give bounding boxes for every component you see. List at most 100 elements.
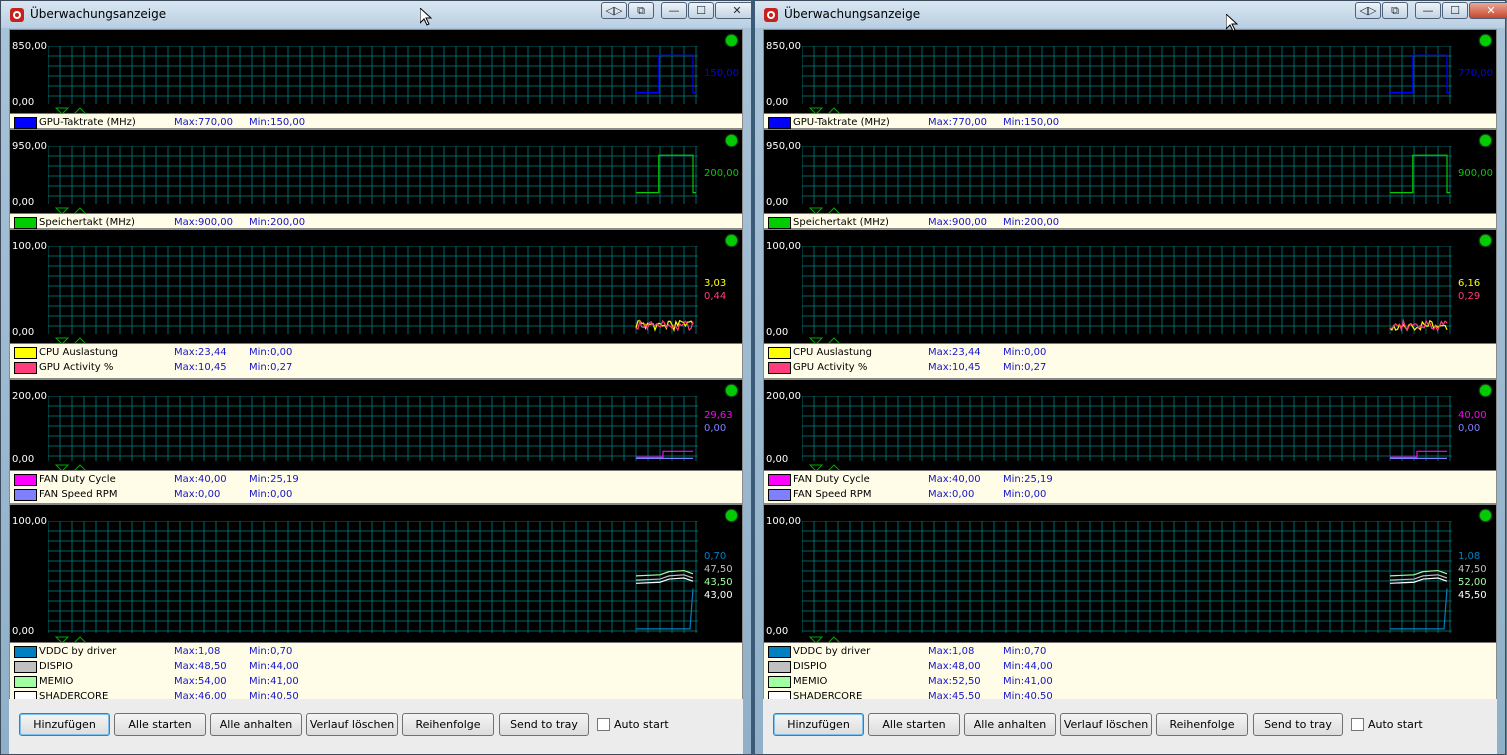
auto-start-label[interactable]: Auto start (614, 718, 669, 731)
y-min-label: 0,00 (12, 454, 35, 465)
series-trace (1390, 588, 1448, 630)
series-name: GPU-Taktrate (MHz) (793, 117, 890, 128)
client-area: 850,00 0,00 150,00 GPU-Taktrate (MHz) Max:77… (9, 29, 743, 754)
series-min: Min:0,00 (1003, 347, 1047, 358)
graph-plot: 100,00 0,00 1,08 47,50 52,00 45,50 (764, 505, 1496, 644)
add-button[interactable]: Hinzufügen (19, 713, 110, 736)
start-all-button[interactable]: Alle starten (868, 713, 960, 736)
dock-toggle-button[interactable]: ◁▷ (1355, 2, 1381, 19)
add-button[interactable]: Hinzufügen (773, 713, 864, 736)
y-min-label: 0,00 (766, 97, 789, 108)
window-controls: ◁▷ ⧉ — ☐ ✕ (1355, 2, 1507, 20)
grid-lines (802, 146, 1452, 204)
series-min: Min:0,00 (249, 489, 293, 500)
close-button[interactable]: ✕ (1469, 2, 1507, 19)
color-swatch (14, 362, 37, 374)
order-button[interactable]: Reihenfolge (1156, 713, 1248, 736)
graph-panel: 100,00 0,00 6,16 0,29 CPU Auslastung Max:23,4… (763, 229, 1497, 379)
button-bar: Hinzufügen Alle starten Alle anhalten Verla… (763, 699, 1497, 754)
series-name: DISPIO (39, 661, 73, 672)
graph-grid (48, 146, 698, 215)
current-value: 43,00 (704, 590, 733, 601)
current-value: 29,63 (704, 410, 733, 421)
window-title: Überwachungsanzeige (30, 7, 167, 21)
series-min: Min:0,00 (249, 347, 293, 358)
legend: CPU Auslastung Max:23,44 Min:0,00 GPU Activ… (764, 343, 1496, 378)
stop-all-button[interactable]: Alle anhalten (210, 713, 302, 736)
client-area: 850,00 0,00 770,00 GPU-Taktrate (MHz) Max:77… (763, 29, 1497, 754)
restore-all-button[interactable]: ⧉ (628, 2, 654, 19)
minimize-button[interactable]: — (1415, 2, 1441, 19)
series-min: Min:150,00 (1003, 117, 1060, 128)
graph-plot: 950,00 0,00 900,00 (764, 130, 1496, 215)
series-trace (1390, 54, 1450, 94)
legend: Speichertakt (MHz) Max:900,00 Min:200,00 (10, 213, 742, 229)
auto-start-checkbox[interactable] (1351, 718, 1364, 731)
send-to-tray-button[interactable]: Send to tray (499, 713, 589, 736)
graph-plot: 100,00 0,00 6,16 0,29 (764, 230, 1496, 345)
current-value: 0,00 (704, 423, 727, 434)
auto-start-checkbox[interactable] (597, 718, 610, 731)
graph-plot: 950,00 0,00 200,00 (10, 130, 742, 215)
send-to-tray-button[interactable]: Send to tray (1253, 713, 1343, 736)
graph-grid (48, 46, 698, 115)
clear-history-button[interactable]: Verlauf löschen (306, 713, 398, 736)
series-max: Max:54,00 (174, 676, 227, 687)
series-name: CPU Auslastung (793, 347, 872, 358)
current-value: 0,44 (704, 291, 727, 302)
auto-start-label[interactable]: Auto start (1368, 718, 1423, 731)
series-min: Min:44,00 (1003, 661, 1053, 672)
graph-grid (802, 521, 1452, 644)
legend: GPU-Taktrate (MHz) Max:770,00 Min:150,00 (764, 113, 1496, 129)
title-bar[interactable]: Überwachungsanzeige ◁▷ ⧉ — ☐ ✕ (755, 1, 1507, 28)
series-name: MEMIO (793, 676, 828, 687)
series-max: Max:52,50 (928, 676, 981, 687)
series-trace (1390, 154, 1450, 194)
y-max-label: 100,00 (766, 516, 801, 527)
series-max: Max:1,08 (174, 646, 221, 657)
graph-grid (802, 396, 1452, 472)
current-value: 0,70 (704, 551, 727, 562)
color-swatch (14, 489, 37, 501)
series-max: Max:40,00 (174, 474, 227, 485)
series-trace (636, 588, 694, 630)
clear-history-button[interactable]: Verlauf löschen (1060, 713, 1152, 736)
color-swatch (14, 661, 37, 673)
maximize-button[interactable]: ☐ (1442, 2, 1468, 19)
status-led-icon (726, 235, 737, 246)
grid-lines (48, 246, 698, 334)
dock-toggle-button[interactable]: ◁▷ (601, 2, 627, 19)
grid-lines (48, 521, 698, 633)
current-value: 3,03 (704, 278, 727, 289)
series-max: Max:0,00 (928, 489, 975, 500)
y-min-label: 0,00 (12, 327, 35, 338)
y-max-label: 950,00 (766, 141, 801, 152)
order-button[interactable]: Reihenfolge (402, 713, 494, 736)
window-divider (751, 0, 755, 755)
color-swatch (768, 362, 791, 374)
color-swatch (14, 676, 37, 688)
window-controls: ◁▷ ⧉ — ☐ ✕ (601, 2, 760, 20)
graph-grid (48, 396, 698, 472)
graph-panel: 100,00 0,00 0,70 47,50 43,50 43,00 VDDC by dri… (9, 504, 743, 704)
current-value: 47,50 (1458, 564, 1487, 575)
start-all-button[interactable]: Alle starten (114, 713, 206, 736)
minimize-button[interactable]: — (661, 2, 687, 19)
color-swatch (14, 474, 37, 486)
legend: VDDC by driver Max:1,08 Min:0,70 DISPIO Max:… (10, 642, 742, 703)
maximize-button[interactable]: ☐ (688, 2, 714, 19)
stop-all-button[interactable]: Alle anhalten (964, 713, 1056, 736)
graph-panel: 200,00 0,00 40,00 0,00 FAN Duty Cycle Max:40,… (763, 379, 1497, 504)
graph-panel: 850,00 0,00 770,00 GPU-Taktrate (MHz) Max:77… (763, 29, 1497, 129)
series-min: Min:0,70 (1003, 646, 1047, 657)
grid-lines (48, 146, 698, 204)
y-min-label: 0,00 (766, 454, 789, 465)
restore-all-button[interactable]: ⧉ (1382, 2, 1408, 19)
color-swatch (14, 217, 37, 229)
title-bar[interactable]: Überwachungsanzeige ◁▷ ⧉ — ☐ ✕ (1, 1, 759, 28)
current-value: 200,00 (704, 168, 739, 179)
y-min-label: 0,00 (766, 626, 789, 637)
y-max-label: 100,00 (12, 241, 47, 252)
series-name: VDDC by driver (39, 646, 117, 657)
y-min-label: 0,00 (766, 327, 789, 338)
